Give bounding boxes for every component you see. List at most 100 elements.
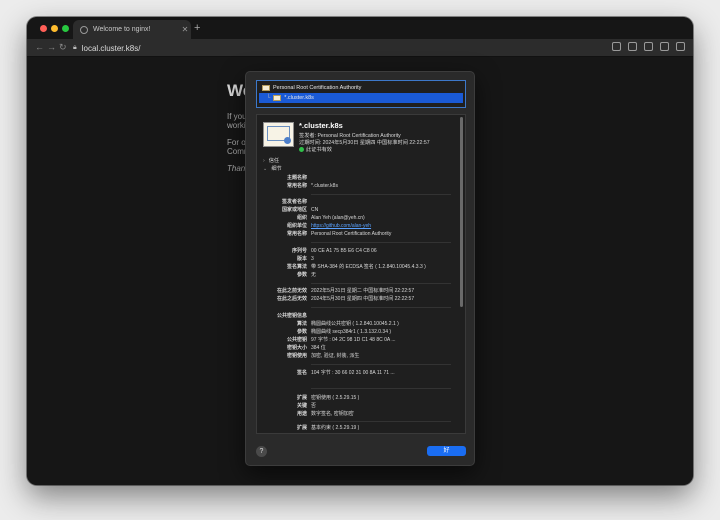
field-value: 2022年5月31日 星期二 中国标准时间 22:22:57 bbox=[311, 288, 415, 294]
field-label: 组织 bbox=[296, 215, 307, 221]
field-row: 主题名称 bbox=[257, 175, 457, 182]
field-value: Alan Yeh (alan@yeh.cn) bbox=[311, 215, 365, 221]
trust-disclosure[interactable]: › 信任 bbox=[263, 157, 279, 164]
field-label: 签名算法 bbox=[286, 264, 307, 270]
ok-button[interactable]: 好 bbox=[427, 446, 466, 456]
field-label: 扩展 bbox=[296, 395, 307, 401]
address-bar[interactable]: 🔒︎ local.cluster.k8s/ bbox=[73, 41, 613, 55]
divider bbox=[311, 364, 451, 365]
field-label: 常用名称 bbox=[286, 183, 307, 189]
tab-welcome[interactable]: Welcome to nginx! ✕ bbox=[73, 20, 191, 39]
field-value: 00 CE A1 75 B5 E6 C4 C8 06 bbox=[311, 248, 377, 254]
bookmark-icon[interactable] bbox=[628, 42, 637, 51]
field-label: 版本 bbox=[296, 256, 307, 262]
divider bbox=[311, 388, 451, 389]
lock-icon[interactable]: 🔒︎ bbox=[73, 44, 77, 52]
field-row: 序列号 00 CE A1 75 B5 E6 C4 C8 06 bbox=[257, 248, 457, 255]
extensions-icon[interactable] bbox=[644, 42, 653, 51]
zoom-window-button[interactable] bbox=[62, 25, 69, 32]
tree-item-label: Personal Root Certification Authority bbox=[273, 85, 362, 91]
field-label: 主题名称 bbox=[286, 175, 307, 181]
page-content: We If you worki For o Comm Than Personal… bbox=[27, 57, 693, 485]
field-value: 椭圆曲线公共密钥 ( 1.2.840.10045.2.1 ) bbox=[311, 321, 399, 327]
field-row: 常用名称 *.cluster.k8s bbox=[257, 183, 457, 190]
field-row: 参数 椭圆曲线 secp384r1 ( 1.3.132.0.34 ) bbox=[257, 329, 457, 336]
tree-item-root[interactable]: Personal Root Certification Authority bbox=[259, 83, 463, 93]
field-label: 密钥使用 bbox=[286, 353, 307, 359]
forward-button[interactable]: → bbox=[47, 42, 56, 52]
sidebar-icon[interactable] bbox=[660, 42, 669, 51]
field-label: 参数 bbox=[296, 272, 307, 278]
minimize-window-button[interactable] bbox=[51, 25, 58, 32]
field-value: 384 位 bbox=[311, 345, 326, 351]
field-row: 签发者名称 bbox=[257, 199, 457, 206]
field-row: 版本 3 bbox=[257, 256, 457, 263]
tree-branch-icon: └ bbox=[266, 95, 271, 101]
chevron-right-icon: › bbox=[263, 158, 265, 164]
validity-status: 此证书有效 bbox=[299, 146, 332, 153]
field-value: 2024年5月30日 星期四 中国标准时间 22:22:57 bbox=[311, 296, 415, 302]
field-row: 公共密钥 97 字节 : 04 2C 98 1D C1 48 8C 0A ... bbox=[257, 337, 457, 344]
validity-text: 此证书有效 bbox=[306, 147, 332, 153]
reload-button[interactable]: ↻ bbox=[59, 42, 67, 53]
field-row: 参数无 bbox=[257, 272, 457, 279]
field-label: 在此之后无效 bbox=[276, 296, 307, 302]
divider bbox=[311, 307, 451, 308]
field-value: 97 字节 : 04 2C 98 1D C1 48 8C 0A ... bbox=[311, 337, 396, 343]
field-label: 签发者名称 bbox=[281, 199, 307, 205]
scrollbar[interactable] bbox=[460, 117, 463, 307]
help-button[interactable]: ? bbox=[256, 446, 267, 457]
tree-item-leaf[interactable]: └ *.cluster.k8s bbox=[259, 93, 463, 103]
field-value: Personal Root Certification Authority bbox=[311, 231, 392, 237]
globe-icon bbox=[80, 25, 88, 34]
field-label: 用途 bbox=[296, 411, 307, 417]
field-label: 公共密钥信息 bbox=[276, 313, 307, 319]
certificate-icon bbox=[262, 85, 270, 91]
page-text: Than bbox=[227, 164, 246, 173]
field-value: 椭圆曲线 secp384r1 ( 1.3.132.0.34 ) bbox=[311, 329, 392, 335]
field-label: 在此之前无效 bbox=[276, 288, 307, 294]
org-unit-link[interactable]: https://github.com/alan-yeh bbox=[311, 223, 371, 230]
field-label: 参数 bbox=[296, 329, 307, 335]
tab-close-icon[interactable]: ✕ bbox=[179, 25, 191, 34]
expires-line: 过期时间: 2024年5月30日 星期四 中国标准时间 22:22:57 bbox=[299, 140, 430, 146]
certificate-common-name: *.cluster.k8s bbox=[299, 121, 343, 130]
new-tab-button[interactable]: + bbox=[194, 22, 200, 34]
divider bbox=[311, 421, 451, 422]
field-label: 算法 bbox=[296, 321, 307, 327]
field-label: 关键 bbox=[296, 403, 307, 409]
field-value: 无 bbox=[311, 272, 317, 278]
field-value: 104 字节 : 30 66 02 31 00 8A 11 71 ... bbox=[311, 370, 395, 376]
divider bbox=[311, 242, 451, 243]
field-label: 组织单位 bbox=[286, 223, 307, 229]
field-row: 密钥大小 384 位 bbox=[257, 345, 457, 352]
field-value: 基本约束 ( 2.5.29.19 ) bbox=[311, 425, 360, 431]
divider bbox=[311, 283, 451, 284]
share-icon[interactable] bbox=[612, 42, 621, 51]
certificate-sheet: Personal Root Certification Authority └ … bbox=[245, 71, 475, 466]
field-row: 扩展 基本约束 ( 2.5.29.19 ) bbox=[257, 425, 457, 432]
field-row: 国家或地区 CN bbox=[257, 207, 457, 214]
field-row: 在此之后无效 2024年5月30日 星期四 中国标准时间 22:22:57 bbox=[257, 296, 457, 303]
details-disclosure[interactable]: ⌄ 细节 bbox=[263, 165, 282, 172]
field-row: 关键否 bbox=[257, 403, 457, 410]
field-value: 3 bbox=[311, 256, 314, 262]
close-window-button[interactable] bbox=[40, 25, 47, 32]
field-label: 签名 bbox=[296, 370, 307, 376]
url-text: local.cluster.k8s/ bbox=[81, 43, 141, 53]
toolbar-icons bbox=[612, 42, 685, 51]
menu-icon[interactable] bbox=[676, 42, 685, 51]
back-button[interactable]: ← bbox=[35, 42, 44, 52]
field-row: 在此之前无效 2022年5月31日 星期二 中国标准时间 22:22:57 bbox=[257, 288, 457, 295]
field-value: 数字签名, 密钥加密 bbox=[311, 411, 354, 417]
field-value: 带 SHA-384 的 ECDSA 签名 ( 1.2.840.10045.4.3… bbox=[311, 264, 426, 270]
field-row: 组织单位 https://github.com/alan-yeh bbox=[257, 223, 457, 230]
field-row: 扩展 密钥使用 ( 2.5.29.15 ) bbox=[257, 395, 457, 402]
field-row: 常用名称 Personal Root Certification Authorit… bbox=[257, 231, 457, 238]
field-value: 加密, 验证, 封装, 派生 bbox=[311, 353, 360, 359]
field-value: CN bbox=[311, 207, 319, 213]
field-label: 公共密钥 bbox=[286, 337, 307, 343]
certificate-detail-pane[interactable]: *.cluster.k8s 签发者: Personal Root Certifi… bbox=[256, 114, 466, 434]
page-text: For o bbox=[227, 138, 246, 147]
field-row: 签名 104 字节 : 30 66 02 31 00 8A 11 71 ... bbox=[257, 370, 457, 377]
